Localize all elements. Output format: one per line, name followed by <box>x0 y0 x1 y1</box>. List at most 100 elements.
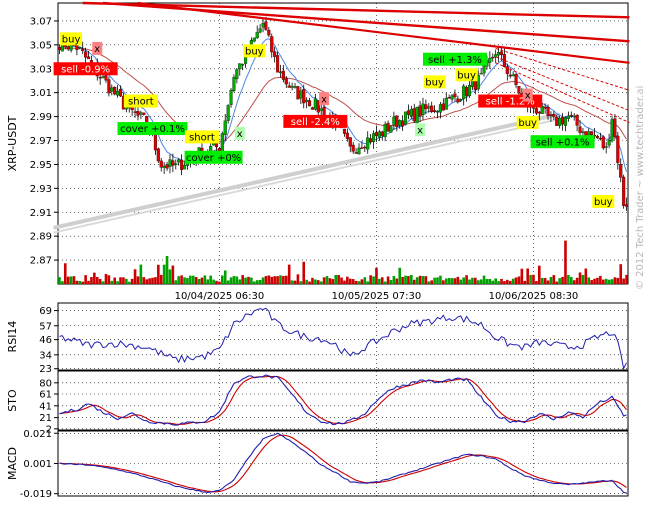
signal-label-text: sell -0.9% <box>61 64 110 75</box>
candle-body <box>287 85 291 88</box>
volume-bar <box>442 280 445 284</box>
y-axis-label: RSI14 <box>6 321 19 353</box>
volume-bar <box>427 281 431 284</box>
y-tick-label: 2.87 <box>30 256 52 267</box>
volume-bar <box>529 274 532 284</box>
volume-bar <box>581 274 585 284</box>
candle-body <box>84 51 88 58</box>
trade-signal-label: x <box>319 92 330 105</box>
candle-body <box>278 71 283 74</box>
volume-bar <box>395 278 399 284</box>
y-tick-label: 2.95 <box>30 160 52 171</box>
volume-bar <box>218 281 221 284</box>
candle-body <box>572 115 576 118</box>
volume-bar <box>436 277 439 284</box>
volume-bar <box>447 277 451 284</box>
panel-frame <box>57 370 629 431</box>
volume-bar <box>130 278 134 284</box>
x-tick-label: 10/04/2025 06:30 <box>175 291 265 302</box>
volume-bar <box>273 276 276 284</box>
volume-bar <box>284 275 288 284</box>
volume-bar <box>276 276 279 284</box>
volume-bar <box>212 279 215 284</box>
volume-bar <box>241 275 244 284</box>
trade-signal-label: sell +1.3% <box>422 52 487 66</box>
trade-signal-label: buy <box>516 116 539 129</box>
trade-signal-label: x <box>415 123 426 136</box>
volume-bar <box>319 281 323 284</box>
volume-bar <box>162 264 166 284</box>
candle-body <box>293 86 297 88</box>
candle-body <box>302 89 306 104</box>
candle-body <box>229 90 233 105</box>
candle-body <box>619 164 623 178</box>
candle-body <box>220 133 224 154</box>
candle-body <box>447 97 451 99</box>
candle-body <box>113 86 117 95</box>
y-tick-label: 46 <box>39 335 52 346</box>
candle-body <box>406 110 410 115</box>
volume-bar <box>366 281 370 284</box>
candle-body <box>57 47 62 50</box>
signal-label-text: cover +0.1% <box>120 124 185 135</box>
volume-bar <box>244 277 247 284</box>
candle-body <box>482 65 486 74</box>
candle-body <box>435 111 440 113</box>
volume-bar <box>183 277 186 284</box>
signal-label-text: cover +0% <box>186 153 241 164</box>
candle-body <box>424 104 428 110</box>
volume-bar <box>148 278 151 284</box>
candle-body <box>386 122 390 132</box>
volume-bar <box>346 276 349 284</box>
volume-bar <box>378 278 381 284</box>
candle-body <box>421 103 425 115</box>
rsi-panel: 69 57 46 34 23 RSI14 <box>6 302 629 375</box>
candle-body <box>427 106 431 109</box>
y-axis-label: STO <box>6 389 19 412</box>
volume-bar <box>439 275 442 284</box>
candle-body <box>497 52 501 56</box>
volume-bar <box>351 279 355 284</box>
candle-body <box>101 76 105 78</box>
candle-body <box>369 138 373 143</box>
candle-body <box>139 112 143 115</box>
candle-body <box>587 131 591 136</box>
candle-body <box>566 115 570 119</box>
volume-bar <box>462 277 465 284</box>
volume-bar <box>290 280 294 284</box>
y-tick-label: 3.07 <box>30 16 52 27</box>
volume-bar <box>314 279 317 284</box>
panel-frame <box>57 302 629 371</box>
candle-body <box>159 160 163 168</box>
candle-body <box>104 74 108 81</box>
candle-body <box>549 114 553 116</box>
volume-bar <box>293 280 297 284</box>
volume-bar <box>453 278 457 284</box>
candle-body <box>75 44 79 50</box>
volume-bar <box>90 277 93 284</box>
y-tick-label: 2.99 <box>30 112 52 123</box>
volume-bar <box>98 278 102 284</box>
volume-bar <box>404 275 407 284</box>
candle-body <box>98 77 102 79</box>
volume-bar <box>197 278 201 284</box>
volume-bar <box>558 278 561 284</box>
volume-bar <box>433 277 436 284</box>
candle-body <box>610 119 614 142</box>
volume-bar <box>186 278 189 284</box>
signal-label-text: buy <box>425 78 444 89</box>
trade-signal-label: x <box>522 88 533 102</box>
volume-bar <box>479 279 483 284</box>
candle-body <box>377 131 381 138</box>
signal-label-text: short <box>128 97 154 108</box>
volume-bar <box>180 275 183 284</box>
volume-bar <box>444 278 448 284</box>
y-tick-label: 2.97 <box>30 136 52 147</box>
volume-bar <box>520 268 524 284</box>
signal-label-text: buy <box>245 46 264 57</box>
candle-body <box>598 138 602 140</box>
candle-body <box>116 90 120 96</box>
trade-signal-label: cover +0% <box>184 150 243 164</box>
candle-body <box>66 46 70 50</box>
volume-bar <box>84 275 87 284</box>
